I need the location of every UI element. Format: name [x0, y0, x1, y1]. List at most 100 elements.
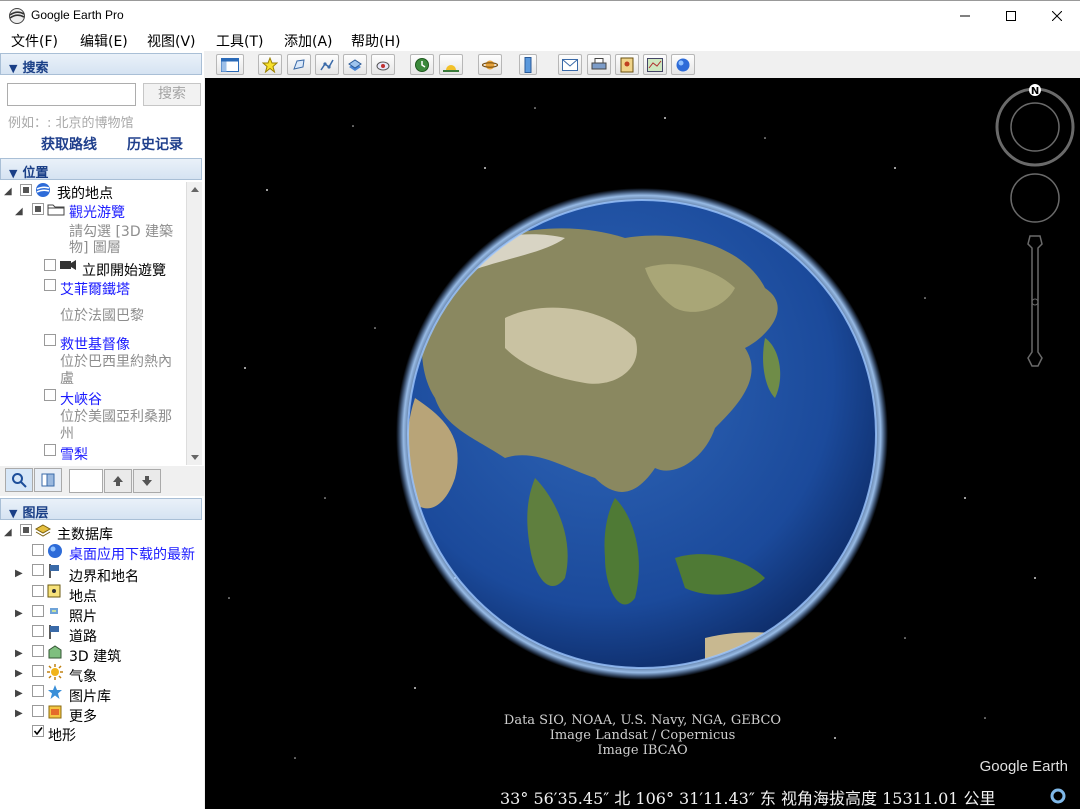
search-panel-title: 搜索 [22, 61, 49, 76]
move-up-button[interactable] [104, 469, 132, 493]
record-tour-button[interactable] [371, 54, 395, 75]
status-bar: 33° 56′35.45″ 北 106° 31′11.43″ 东 视角海拔高度 … [500, 785, 996, 809]
look-joystick[interactable] [1010, 102, 1060, 152]
tree-item-sydney[interactable]: 雪梨 [60, 444, 88, 464]
layer-photos[interactable]: 照片 [69, 606, 97, 626]
clock-icon [415, 57, 429, 72]
title-bar: Google Earth Pro [0, 0, 1080, 30]
zoom-slider[interactable] [1027, 235, 1043, 367]
layer-primary-database[interactable]: 主数据库 [57, 524, 113, 544]
layer-checkbox[interactable] [32, 705, 44, 717]
menu-help[interactable]: 帮助(H) [351, 31, 400, 51]
menu-tools[interactable]: 工具(T) [216, 31, 263, 51]
add-placemark-button[interactable] [258, 54, 282, 75]
layer-terrain[interactable]: 地形 [48, 725, 76, 745]
expand-arrow-icon[interactable]: ▶ [15, 688, 23, 699]
places-panel-header[interactable]: ▼ 位置 [0, 158, 202, 181]
expand-arrow-icon[interactable]: ▶ [15, 668, 23, 679]
email-button[interactable] [558, 54, 582, 75]
north-label: N [1031, 86, 1039, 97]
tree-item-description: 物] 圖層 [69, 240, 121, 256]
my-places-checkbox[interactable] [20, 184, 32, 196]
layer-checkbox[interactable] [32, 645, 44, 657]
places-toolbar [0, 466, 204, 496]
layer-weather[interactable]: 气象 [69, 666, 97, 686]
expand-arrow-icon[interactable]: ▶ [15, 608, 23, 619]
historical-imagery-button[interactable] [410, 54, 434, 75]
tree-item-my-places[interactable]: 我的地点 [57, 183, 113, 203]
primary-db-checkbox[interactable] [20, 524, 32, 536]
expand-arrow-icon[interactable]: ▶ [15, 708, 23, 719]
layers-panel-title: 图层 [22, 506, 49, 521]
menu-file[interactable]: 文件(F) [11, 31, 58, 51]
search-places-button[interactable] [5, 468, 33, 492]
expand-arrow-icon[interactable]: ◢ [15, 206, 23, 217]
sydney-checkbox[interactable] [44, 444, 56, 456]
earth-globe-render[interactable] [205, 78, 1080, 809]
maximize-button[interactable] [988, 1, 1034, 31]
layer-gallery[interactable]: 图片库 [69, 686, 111, 706]
get-directions-link[interactable]: 获取路线 [41, 134, 97, 154]
switch-sky-button[interactable] [478, 54, 502, 75]
tree-item-eiffel-tower[interactable]: 艾菲爾鐵塔 [60, 279, 130, 299]
layer-more[interactable]: 更多 [69, 706, 97, 726]
record-tour-icon [376, 61, 390, 70]
menu-edit[interactable]: 编辑(E) [80, 31, 128, 51]
christ-redeemer-checkbox[interactable] [44, 334, 56, 346]
print-button[interactable] [587, 54, 611, 75]
expand-arrow-icon[interactable]: ◢ [4, 527, 12, 538]
add-path-button[interactable] [315, 54, 339, 75]
sidebar-toggle-button[interactable] [216, 54, 244, 75]
layer-checkbox[interactable] [32, 625, 44, 637]
collapse-triangle-icon: ▼ [9, 507, 18, 520]
globe-viewport[interactable]: N [205, 78, 1080, 809]
places-scrollbar[interactable] [186, 182, 202, 465]
save-image-button[interactable] [615, 54, 639, 75]
view-in-maps-button[interactable] [643, 54, 667, 75]
sightseeing-checkbox[interactable] [32, 203, 44, 215]
layer-places[interactable]: 地点 [69, 586, 97, 606]
expand-arrow-icon[interactable]: ◢ [4, 186, 12, 197]
navigation-controls[interactable]: N [994, 84, 1076, 384]
add-polygon-button[interactable] [287, 54, 311, 75]
collapse-triangle-icon: ▼ [9, 167, 18, 180]
toggle-panel-button[interactable] [34, 468, 62, 492]
layer-checkbox[interactable] [32, 544, 44, 556]
search-panel-header[interactable]: ▼ 搜索 [0, 53, 202, 76]
grand-canyon-checkbox[interactable] [44, 389, 56, 401]
ruler-button[interactable] [519, 54, 537, 75]
places-blank-field[interactable] [69, 469, 103, 493]
minimize-button[interactable] [942, 1, 988, 31]
expand-arrow-icon[interactable]: ▶ [15, 568, 23, 579]
terrain-checkbox[interactable] [32, 725, 44, 737]
move-down-button[interactable] [133, 469, 161, 493]
menu-add[interactable]: 添加(A) [284, 31, 333, 51]
close-button[interactable] [1034, 1, 1080, 31]
eiffel-checkbox[interactable] [44, 279, 56, 291]
tree-item-sightseeing[interactable]: 觀光游覽 [69, 202, 125, 222]
menu-view[interactable]: 视图(V) [147, 31, 196, 51]
expand-arrow-icon[interactable]: ▶ [15, 648, 23, 659]
tour-checkbox[interactable] [44, 259, 56, 271]
layer-checkbox[interactable] [32, 585, 44, 597]
add-image-overlay-button[interactable] [343, 54, 367, 75]
email-icon [562, 58, 578, 71]
layer-checkbox[interactable] [32, 685, 44, 697]
search-input[interactable] [7, 83, 136, 106]
layers-panel-header[interactable]: ▼ 图层 [0, 498, 202, 521]
layer-3d-buildings[interactable]: 3D 建筑 [69, 646, 121, 666]
zoom-slider-thumb[interactable] [1031, 298, 1039, 306]
layer-checkbox[interactable] [32, 665, 44, 677]
layer-roads[interactable]: 道路 [69, 626, 97, 646]
layer-borders-labels[interactable]: 边界和地名 [69, 566, 139, 586]
layer-latest-download[interactable]: 桌面应用下载的最新 [69, 544, 195, 564]
search-button[interactable]: 搜索 [143, 83, 201, 106]
tree-item-start-tour[interactable]: 立即開始遊覽 [82, 260, 166, 280]
compass-ring[interactable] [995, 87, 1075, 167]
move-joystick[interactable] [1010, 173, 1060, 223]
sunlight-button[interactable] [439, 54, 463, 75]
sign-in-earth-button[interactable] [671, 54, 695, 75]
layer-checkbox[interactable] [32, 605, 44, 617]
layer-checkbox[interactable] [32, 564, 44, 576]
history-link[interactable]: 历史记录 [127, 134, 183, 154]
